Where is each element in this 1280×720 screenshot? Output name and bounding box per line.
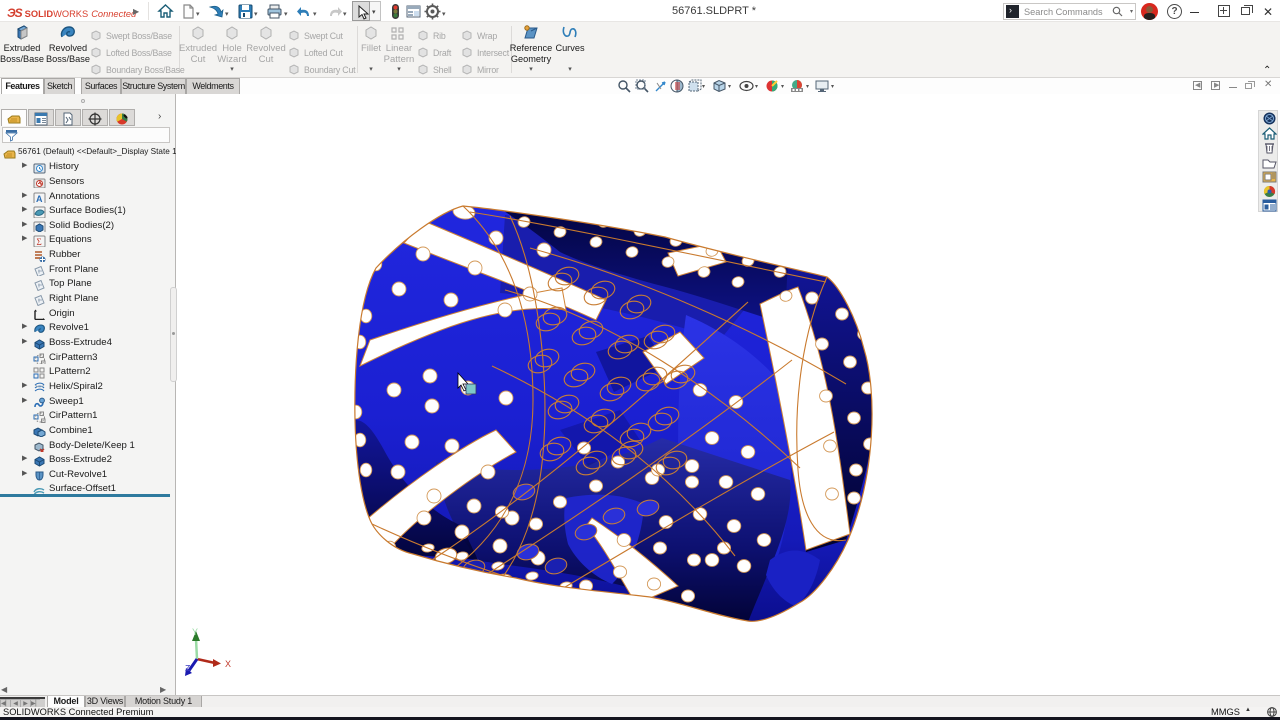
svg-text:Z: Z [185, 664, 191, 674]
svg-text:X: X [225, 659, 231, 669]
svg-text:Y: Y [192, 627, 198, 637]
svg-text:Σ: Σ [37, 237, 42, 247]
svg-text:A: A [36, 194, 43, 204]
